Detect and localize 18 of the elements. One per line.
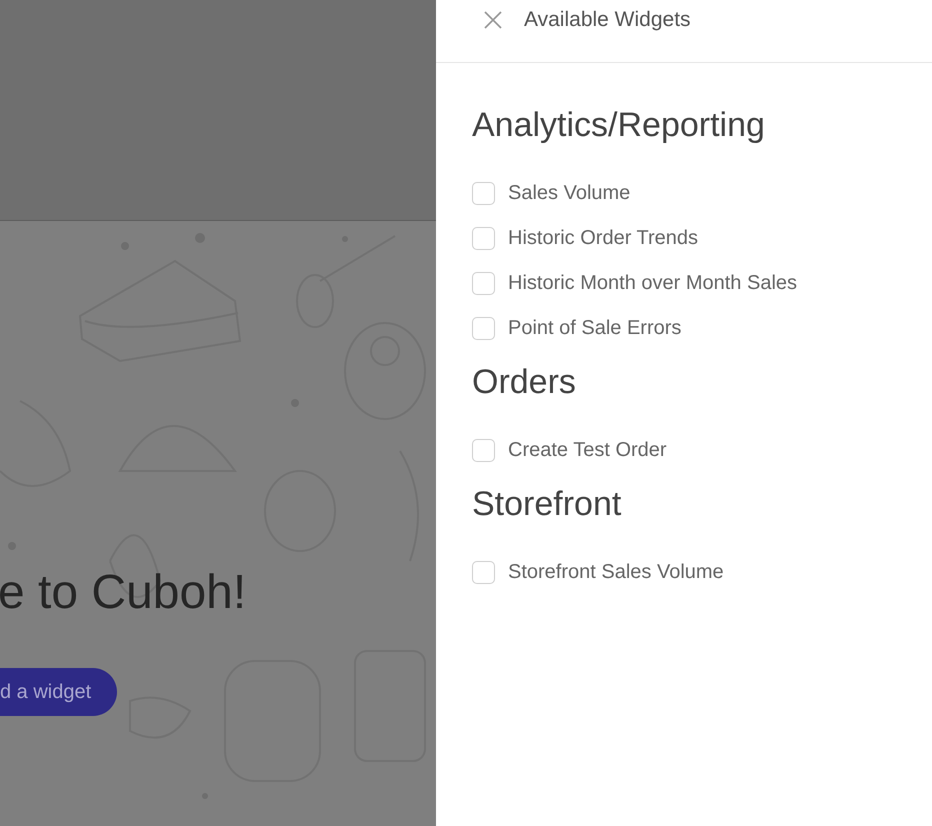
panel-title: Available Widgets [524,8,691,32]
checkbox[interactable] [472,561,495,584]
checkbox[interactable] [472,182,495,205]
close-icon[interactable] [484,11,502,29]
section-heading: Analytics/Reporting [472,105,766,145]
widget-label: Sales Volume [508,182,630,205]
checkbox[interactable] [472,439,495,462]
add-widget-button[interactable]: d a widget [0,668,118,716]
checkbox[interactable] [472,272,495,295]
section-heading: Orders [472,362,577,402]
checkbox[interactable] [472,317,495,340]
widget-label: Create Test Order [508,439,667,462]
widget-label: Historic Month over Month Sales [508,272,798,295]
checkbox[interactable] [472,227,495,250]
section-heading: Storefront [472,484,622,524]
widget-label: Historic Order Trends [508,227,698,250]
widget-label: Storefront Sales Volume [508,561,724,584]
widget-label: Point of Sale Errors [508,317,682,340]
